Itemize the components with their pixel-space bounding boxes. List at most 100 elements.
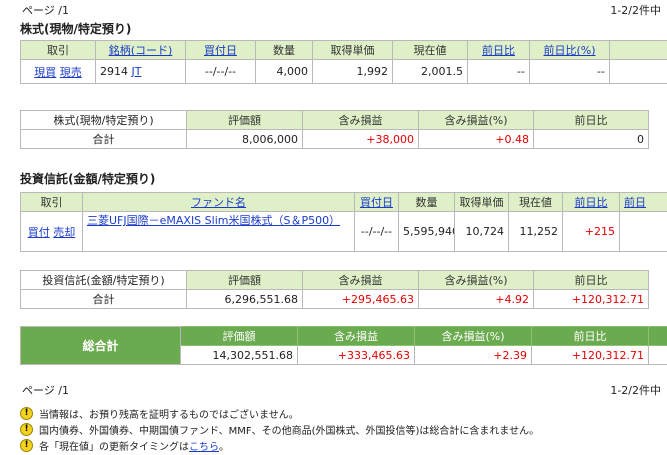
funds-table: 取引 ファンド名 買付日 数量 取得単価 現在値 前日比 前日 買付 売却 三菱… <box>20 192 667 252</box>
stocks-summary-value-row: 合計 8,006,000 +38,000 +0.48 0 <box>20 129 649 149</box>
update-timing-link[interactable]: こちら <box>189 438 219 453</box>
fund-col-trade: 取引 <box>20 192 83 212</box>
stocks-summary-header-row: 株式(現物/特定預り) 評価額 含み損益 含み損益(%) 前日比 <box>20 110 649 130</box>
fund-summary-unrealized: +295,465.63 <box>302 289 419 309</box>
grand-extra <box>648 345 667 365</box>
stocks-summary-table: 株式(現物/特定預り) 評価額 含み損益 含み損益(%) 前日比 合計 8,00… <box>20 110 649 149</box>
summary-col-change: 前日比 <box>533 110 649 130</box>
stocks-summary-sublabel: 合計 <box>20 129 187 149</box>
fund-sell-link[interactable]: 売却 <box>53 226 75 239</box>
grand-total-header-row: 総合計 評価額 含み損益 含み損益(%) 前日比 <box>20 326 667 365</box>
col-issue-code[interactable]: 銘柄(コード) <box>95 40 186 60</box>
warning-icon: ! <box>20 406 33 420</box>
sort-fund-change-link[interactable]: 前日比 <box>575 196 608 209</box>
fund-col-buy-date[interactable]: 買付日 <box>354 192 399 212</box>
fund-summary-col-change: 前日比 <box>533 270 649 290</box>
note-text: 当情報は、お預り残高を証明するものではございません。 <box>39 409 299 421</box>
table-row: 買付 売却 三菱UFJ国際－eMAXIS Slim米国株式（S＆P500） --… <box>20 211 667 252</box>
grand-col-unrealized-pct: 含み損益(%) <box>414 326 532 346</box>
fund-col-change-pct[interactable]: 前日 <box>619 192 667 212</box>
sort-change-pct-link[interactable]: 前日比(%) <box>543 44 595 57</box>
funds-section-title: 投資信託(金額/特定預り) <box>20 172 156 186</box>
fund-summary-unrealized-pct: +4.92 <box>418 289 534 309</box>
fund-summary-col-valuation: 評価額 <box>186 270 303 290</box>
fund-summary-change: +120,312.71 <box>533 289 649 309</box>
fund-summary-valuation: 6,296,551.68 <box>186 289 303 309</box>
stocks-table: 取引 銘柄(コード) 買付日 数量 取得単価 現在値 前日比 前日比(%) 現買… <box>20 40 667 84</box>
pager-top-left: ページ /1 <box>22 4 69 17</box>
fund-col-cost: 取得単価 <box>454 192 509 212</box>
fund-trade-actions: 買付 売却 <box>20 211 83 252</box>
stocks-summary-label: 株式(現物/特定預り) <box>20 110 187 130</box>
fund-change-pct <box>619 211 667 252</box>
summary-valuation: 8,006,000 <box>186 129 303 149</box>
fund-name-cell: 三菱UFJ国際－eMAXIS Slim米国株式（S＆P500） <box>82 211 355 252</box>
summary-unrealized: +38,000 <box>302 129 419 149</box>
note-item: ! 国内債券、外国債券、中期国債ファンド、MMF、その他商品(外国株式、外国投信… <box>20 421 660 437</box>
issue-name-link[interactable]: JT <box>132 65 142 78</box>
grand-col-change: 前日比 <box>531 326 649 346</box>
pager-bottom-right: 1-2/2件中 <box>610 384 661 397</box>
col-price: 現在値 <box>392 40 468 60</box>
buy-spot-link[interactable]: 現買 <box>34 66 56 79</box>
note-text: 各「現在値」の更新タイミングは <box>39 441 189 453</box>
col-change-pct[interactable]: 前日比(%) <box>529 40 610 60</box>
trade-actions: 現買 現売 <box>20 59 96 84</box>
sort-fund-name-link[interactable]: ファンド名 <box>191 196 246 209</box>
sort-issue-code-link[interactable]: 銘柄(コード) <box>109 44 173 57</box>
notes-list: ! 当情報は、お預り残高を証明するものではございません。 ! 国内債券、外国債券… <box>20 405 660 453</box>
grand-col-unrealized: 含み損益 <box>297 326 415 346</box>
issue-code: 2914 <box>100 65 128 78</box>
cost: 1,992 <box>312 59 393 84</box>
summary-unrealized-pct: +0.48 <box>418 129 534 149</box>
buy-date: --/--/-- <box>185 59 256 84</box>
sort-fund-buy-date-link[interactable]: 買付日 <box>360 196 393 209</box>
note-text-end: 。 <box>219 441 229 453</box>
col-change[interactable]: 前日比 <box>467 40 530 60</box>
summary-col-unrealized: 含み損益 <box>302 110 419 130</box>
stocks-section-title: 株式(現物/特定預り) <box>20 22 132 36</box>
table-row: 現買 現売 2914 JT --/--/-- 4,000 1,992 2,001… <box>20 59 667 84</box>
fund-name-link[interactable]: 三菱UFJ国際－eMAXIS Slim米国株式（S＆P500） <box>87 214 340 227</box>
note-item: ! 各「現在値」の更新タイミングは こちら。 <box>20 437 660 453</box>
issue-cell: 2914 JT <box>95 59 186 84</box>
funds-summary-value-row: 合計 6,296,551.68 +295,465.63 +4.92 +120,3… <box>20 289 649 309</box>
warning-icon: ! <box>20 422 33 436</box>
change: -- <box>467 59 530 84</box>
funds-summary-header-row: 投資信託(金額/特定預り) 評価額 含み損益 含み損益(%) 前日比 <box>20 270 649 290</box>
grand-col-extra <box>648 326 667 346</box>
grand-total-table: 総合計 評価額 含み損益 含み損益(%) 前日比 14,302,551.68 +… <box>20 326 667 365</box>
col-cost: 取得単価 <box>312 40 393 60</box>
summary-col-unrealized-pct: 含み損益(%) <box>418 110 534 130</box>
sell-spot-link[interactable]: 現売 <box>60 66 82 79</box>
note-text: 国内債券、外国債券、中期国債ファンド、MMF、その他商品(外国株式、外国投信等)… <box>39 425 540 437</box>
funds-summary-sublabel: 合計 <box>20 289 187 309</box>
funds-header-row: 取引 ファンド名 買付日 数量 取得単価 現在値 前日比 前日 <box>20 192 667 212</box>
extra-cell <box>609 59 667 84</box>
stocks-header-row: 取引 銘柄(コード) 買付日 数量 取得単価 現在値 前日比 前日比(%) <box>20 40 667 60</box>
fund-summary-col-unrealized: 含み損益 <box>302 270 419 290</box>
sort-buy-date-link[interactable]: 買付日 <box>204 44 237 57</box>
fund-buy-link[interactable]: 買付 <box>28 226 50 239</box>
grand-change: +120,312.71 <box>531 345 649 365</box>
summary-change: 0 <box>533 129 649 149</box>
fund-col-change[interactable]: 前日比 <box>562 192 620 212</box>
funds-summary-table: 投資信託(金額/特定預り) 評価額 含み損益 含み損益(%) 前日比 合計 6,… <box>20 270 649 309</box>
fund-col-name[interactable]: ファンド名 <box>82 192 355 212</box>
col-extra <box>609 40 667 60</box>
sort-fund-change-pct-link[interactable]: 前日 <box>624 196 646 209</box>
grand-valuation: 14,302,551.68 <box>180 345 298 365</box>
pager-top-right: 1-2/2件中 <box>610 4 661 17</box>
sort-change-link[interactable]: 前日比 <box>482 44 515 57</box>
grand-total-label: 総合計 <box>20 326 181 365</box>
grand-unrealized: +333,465.63 <box>297 345 415 365</box>
fund-change: +215 <box>562 211 620 252</box>
change-pct: -- <box>529 59 610 84</box>
fund-col-quantity: 数量 <box>398 192 455 212</box>
funds-summary-label: 投資信託(金額/特定預り) <box>20 270 187 290</box>
col-buy-date[interactable]: 買付日 <box>185 40 256 60</box>
fund-col-price: 現在値 <box>508 192 563 212</box>
fund-quantity: 5,595,940 <box>398 211 455 252</box>
col-trade: 取引 <box>20 40 96 60</box>
fund-buy-date: --/--/-- <box>354 211 399 252</box>
